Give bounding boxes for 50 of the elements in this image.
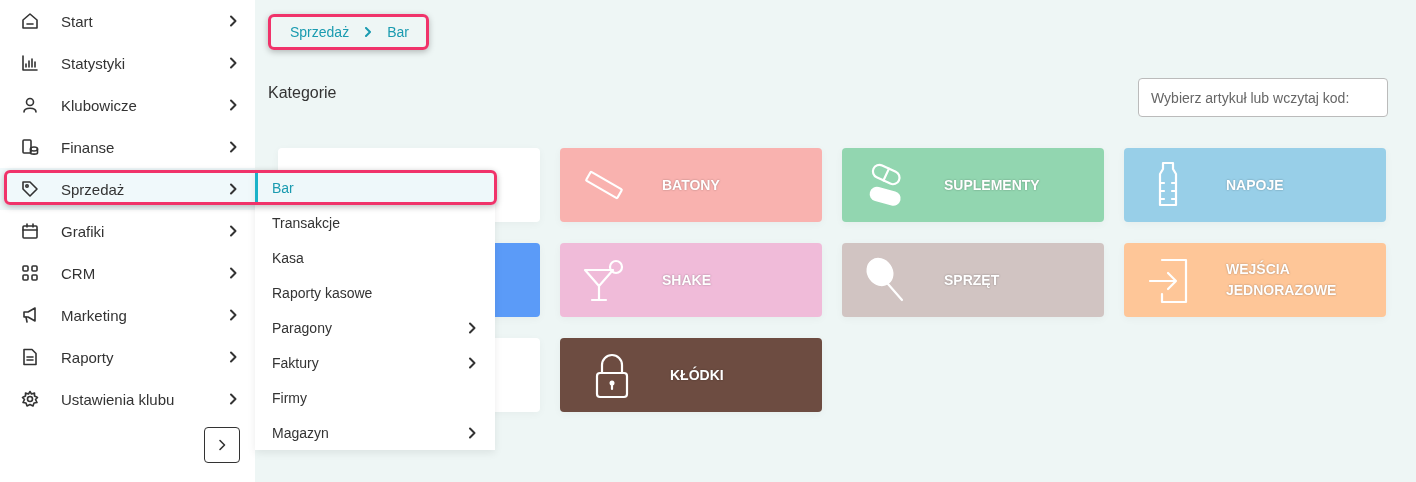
home-icon [21,12,39,30]
category-label: SHAKE [662,270,712,290]
coins-icon [21,138,39,156]
tag-icon [21,180,39,198]
submenu-item[interactable]: Faktury [255,345,495,380]
collapse-button[interactable] [204,427,240,463]
user-icon [21,96,39,114]
grid-icon [21,264,39,282]
category-label: BATONY [662,175,721,195]
chevron-right-icon [227,225,239,237]
sidebar-item[interactable]: Ustawienia klubu [0,378,255,420]
bar-chart-icon [21,54,39,72]
category-label: SUPLEMENTY [944,175,1041,195]
category-label: WEJŚCIA JEDNORAZOWE [1226,259,1338,300]
document-icon [21,348,39,366]
megaphone-icon [21,306,39,324]
chevron-right-icon [216,439,228,451]
submenu-item[interactable]: Raporty kasowe [255,275,495,310]
chevron-right-icon [227,309,239,321]
chevron-right-icon [227,99,239,111]
chevron-right-icon [227,15,239,27]
calendar-icon [21,222,39,240]
submenu-item[interactable]: Magazyn [255,415,495,450]
submenu-item[interactable]: Transakcje [255,205,495,240]
settings-icon [21,390,39,408]
category-label: SPRZĘT [944,270,1001,290]
chevron-right-icon [227,57,239,69]
sidebar-item[interactable]: Marketing [0,294,255,336]
submenu-item[interactable]: Kasa [255,240,495,275]
enter-icon [1146,256,1190,304]
chevron-right-icon [227,351,239,363]
sidebar-item[interactable]: Finanse [0,126,255,168]
category-tile[interactable]: KŁÓDKI [560,338,822,412]
submenu-item[interactable]: Paragony [255,310,495,345]
section-heading: Kategorie [268,84,337,102]
chevron-right-icon [227,141,239,153]
sidebar-item[interactable]: Grafiki [0,210,255,252]
sidebar-item[interactable]: Raporty [0,336,255,378]
search-field[interactable]: Wybierz artykuł lub wczytaj kod: [1138,78,1388,117]
category-label: NAPOJE [1226,175,1285,195]
chevron-right-icon [227,393,239,405]
sidebar-item[interactable]: CRM [0,252,255,294]
submenu-item[interactable]: Firmy [255,380,495,415]
sidebar-item[interactable]: Statystyki [0,42,255,84]
chevron-right-icon [227,267,239,279]
sidebar-item[interactable]: Start [0,0,255,42]
category-label: KŁÓDKI [670,365,725,385]
sidebar-item[interactable]: Klubowicze [0,84,255,126]
chevron-right-icon [227,183,239,195]
chevron-right-icon [363,27,374,37]
